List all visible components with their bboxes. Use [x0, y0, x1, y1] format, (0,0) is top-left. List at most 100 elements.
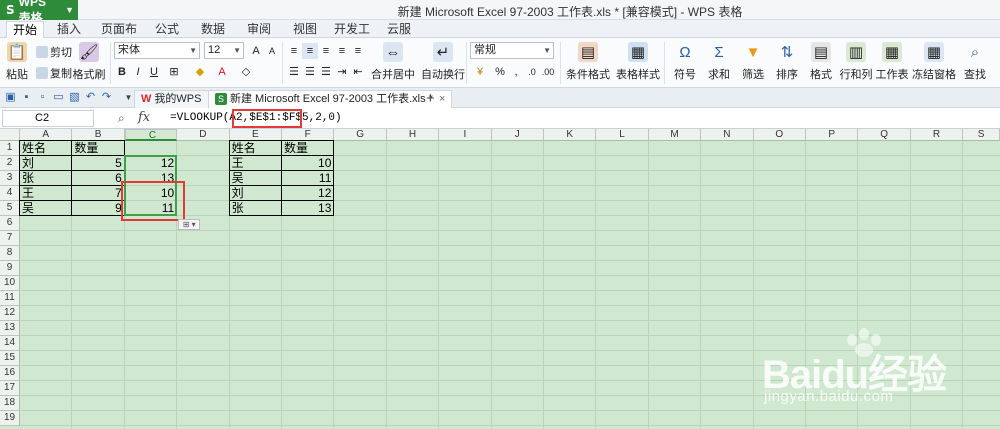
new-tab-plus-icon[interactable]: +	[426, 90, 435, 107]
row-header-4[interactable]: 4	[0, 186, 20, 201]
number-format-select[interactable]: 常规 ▼	[470, 42, 554, 59]
cut-button[interactable]: 剪切	[36, 44, 72, 60]
column-header-m[interactable]: M	[648, 129, 702, 141]
find-button[interactable]: ⌕ 查找	[956, 42, 994, 82]
table-style-button[interactable]: ▦ 表格样式	[614, 42, 662, 82]
column-header-s[interactable]: S	[963, 129, 1000, 141]
row-header-19[interactable]: 19	[0, 411, 20, 426]
outdent-icon[interactable]: ⇤	[350, 64, 366, 80]
paste-button[interactable]: 📋 粘贴	[2, 42, 32, 82]
column-header-c[interactable]: C	[124, 129, 178, 141]
row-header-8[interactable]: 8	[0, 246, 20, 261]
name-box[interactable]: C2	[2, 110, 94, 127]
cell-lookup-name[interactable]: 张	[230, 201, 281, 216]
row-header-15[interactable]: 15	[0, 351, 20, 366]
cell-lookup-quantity[interactable]: 13	[282, 201, 333, 216]
cell-f1-header-qty[interactable]: 数量	[282, 141, 333, 156]
column-header-g[interactable]: G	[334, 129, 387, 141]
cell-lookup-quantity[interactable]: 10	[282, 156, 333, 171]
row-header-13[interactable]: 13	[0, 321, 20, 336]
align-distributed-icon[interactable]: ≡	[350, 43, 366, 59]
tab-insert[interactable]: 插入	[52, 21, 86, 38]
align-right-icon[interactable]: ☰	[318, 64, 334, 80]
bold-button[interactable]: B	[114, 64, 130, 80]
grow-font-button[interactable]: A	[248, 43, 264, 59]
conditional-format-button[interactable]: ▤ 条件格式	[564, 42, 612, 82]
function-wizard-icon[interactable]: fx	[138, 110, 150, 125]
indent-icon[interactable]: ⇥	[334, 64, 350, 80]
tab-view[interactable]: 视图	[290, 21, 320, 38]
format-button[interactable]: ▤ 格式	[804, 42, 838, 82]
cell-lookup-quantity[interactable]: 12	[282, 186, 333, 201]
sort-button[interactable]: ⇅ 排序	[770, 42, 804, 82]
undo-icon[interactable]: ↶	[84, 91, 97, 104]
row-header-9[interactable]: 9	[0, 261, 20, 276]
cell-quantity[interactable]: 7	[72, 186, 123, 201]
row-header-1[interactable]: 1	[0, 141, 20, 156]
tab-page-layout[interactable]: 页面布局	[96, 21, 142, 52]
increase-decimal-icon[interactable]: .0	[524, 64, 540, 80]
cell-a1-header-name[interactable]: 姓名	[20, 141, 71, 156]
cell-e1-header-name[interactable]: 姓名	[230, 141, 281, 156]
row-header-7[interactable]: 7	[0, 231, 20, 246]
format-painter-button[interactable]: 🖌 格式刷	[72, 42, 106, 82]
filter-button[interactable]: ▼ 筛选	[736, 42, 770, 82]
cell-quantity[interactable]: 6	[72, 171, 123, 186]
column-header-h[interactable]: H	[386, 129, 440, 141]
align-justify-icon[interactable]: ≡	[334, 43, 350, 59]
tab-home[interactable]: 开始	[6, 21, 44, 38]
tab-cloud[interactable]: 云服务	[382, 21, 416, 52]
symbol-button[interactable]: Ω 符号	[668, 42, 702, 82]
column-header-n[interactable]: N	[701, 129, 754, 141]
sum-button[interactable]: Σ 求和	[702, 42, 736, 82]
tab-workbook[interactable]: S 新建 Microsoft Excel 97-2003 工作表.xls * ×	[208, 90, 453, 108]
redo-icon[interactable]: ↷	[100, 91, 113, 104]
freeze-panes-button[interactable]: ▦ 冻结窗格	[912, 42, 956, 82]
percent-button[interactable]: %	[492, 64, 508, 80]
row-header-17[interactable]: 17	[0, 381, 20, 396]
align-center-icon[interactable]: ☰	[302, 64, 318, 80]
row-col-button[interactable]: ▥ 行和列	[836, 42, 876, 82]
print-preview-icon[interactable]: ▫	[36, 91, 49, 104]
underline-button[interactable]: U	[146, 64, 162, 80]
align-top-icon[interactable]: ≡	[286, 43, 302, 59]
auto-wrap-button[interactable]: ↵ 自动换行	[420, 42, 466, 82]
auto-fill-options-icon[interactable]: ⊞ ▾	[178, 219, 201, 230]
close-icon[interactable]: ×	[439, 93, 445, 105]
zoom-lens-icon[interactable]: ⌕	[118, 111, 125, 126]
print-icon[interactable]: ▭	[52, 91, 65, 104]
fill-color-icon[interactable]: ◆	[192, 64, 208, 80]
cell-name[interactable]: 张	[20, 171, 71, 186]
column-header-k[interactable]: K	[544, 129, 597, 141]
tab-data[interactable]: 数据	[198, 21, 228, 38]
column-header-i[interactable]: I	[439, 129, 492, 141]
font-name-select[interactable]: 宋体 ▼	[114, 42, 200, 59]
cell-lookup-name[interactable]: 王	[230, 156, 281, 171]
save-icon[interactable]: ▪	[20, 91, 33, 104]
cell-lookup-quantity[interactable]: 11	[282, 171, 333, 186]
cell-name[interactable]: 吴	[20, 201, 71, 216]
cell-name[interactable]: 刘	[20, 156, 71, 171]
select-all-corner[interactable]	[0, 129, 20, 141]
cell-lookup-name[interactable]: 吴	[230, 171, 281, 186]
currency-icon[interactable]: ¥	[472, 64, 488, 80]
clear-format-icon[interactable]: ◇	[238, 64, 254, 80]
worksheet-button[interactable]: ▦ 工作表	[872, 42, 912, 82]
row-header-6[interactable]: 6	[0, 216, 20, 231]
cell-b1-header-qty[interactable]: 数量	[72, 141, 123, 156]
align-middle-icon[interactable]: ≡	[302, 43, 318, 59]
column-header-j[interactable]: J	[491, 129, 544, 141]
align-left-icon[interactable]: ☰	[286, 64, 302, 80]
column-header-o[interactable]: O	[753, 129, 806, 141]
comma-style-button[interactable]: ,	[508, 64, 524, 80]
row-header-2[interactable]: 2	[0, 156, 20, 171]
border-icon[interactable]: ⊞	[166, 64, 182, 80]
open-folder-icon[interactable]: ▣	[4, 91, 17, 104]
shrink-font-button[interactable]: A	[264, 43, 280, 59]
export-icon[interactable]: ▧	[68, 91, 81, 104]
row-header-16[interactable]: 16	[0, 366, 20, 381]
font-size-select[interactable]: 12 ▼	[204, 42, 244, 59]
column-header-q[interactable]: Q	[858, 129, 911, 141]
row-header-5[interactable]: 5	[0, 201, 20, 216]
decrease-decimal-icon[interactable]: .00	[540, 64, 556, 80]
